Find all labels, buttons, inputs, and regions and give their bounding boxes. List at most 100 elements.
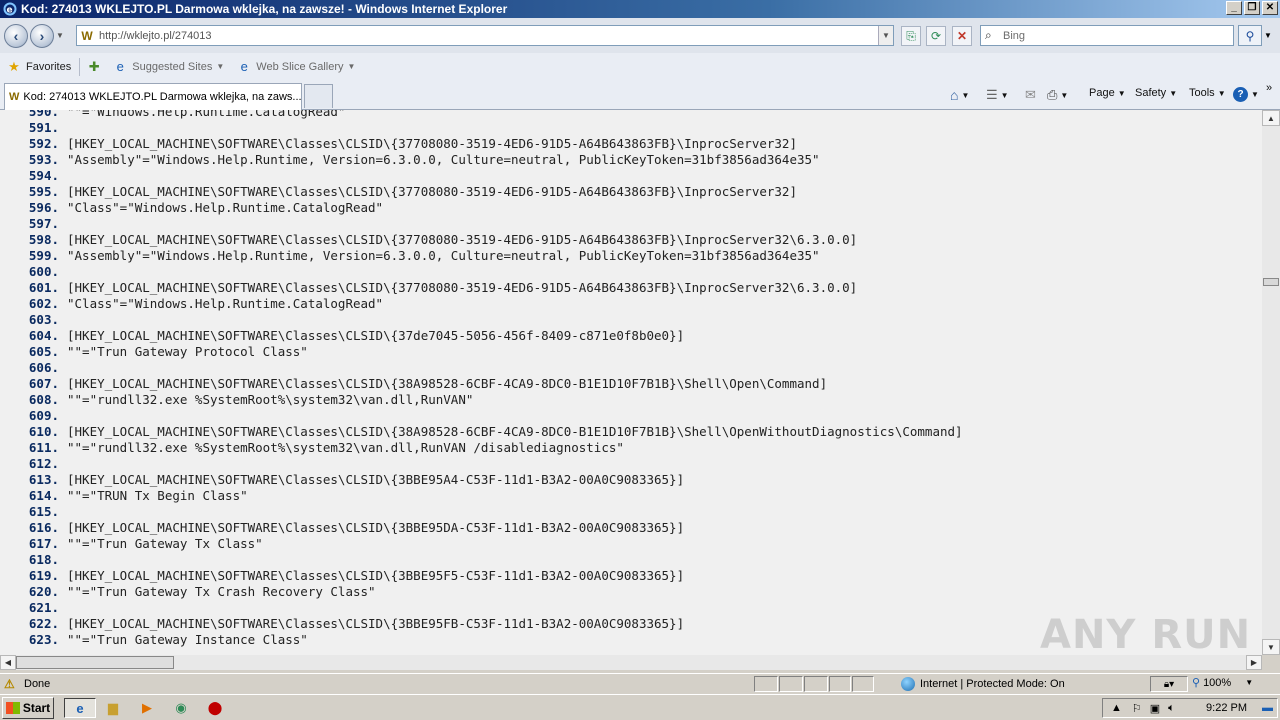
taskbar-media-player[interactable]: ▶ [136, 698, 158, 718]
line-text: [HKEY_LOCAL_MACHINE\SOFTWARE\Classes\CLS… [67, 136, 797, 151]
vertical-scrollbar[interactable]: ▲ ▼ [1262, 110, 1280, 655]
line-number: 601. [28, 280, 59, 295]
address-bar[interactable]: W http://wklejto.pl/274013 ▼ [76, 25, 894, 46]
arrow-right-icon: › [39, 27, 45, 44]
chevron-down-icon: ▼ [1000, 90, 1009, 100]
taskbar-security-app[interactable]: ⬤ [204, 698, 226, 718]
help-button[interactable]: ? ▼ [1233, 87, 1259, 102]
line-text: "Class"="Windows.Help.Runtime.CatalogRea… [67, 296, 384, 311]
protected-mode-button[interactable]: 🔒︎▾ [1150, 676, 1188, 692]
line-text: ""="Trun Gateway Instance Class" [67, 632, 308, 647]
folder-icon: ▆ [108, 700, 118, 715]
forward-button[interactable]: › [30, 23, 54, 48]
svg-text:e: e [7, 6, 13, 16]
address-dropdown-button[interactable]: ▼ [878, 26, 893, 45]
line-text: [HKEY_LOCAL_MACHINE\SOFTWARE\Classes\CLS… [67, 328, 685, 343]
add-to-favorites-bar-button[interactable]: ✚ [86, 59, 106, 75]
safety-menu-label: Safety [1135, 87, 1167, 99]
flag-icon[interactable]: ⚐ [1132, 702, 1142, 715]
line-number: 613. [28, 472, 59, 487]
compatibility-view-button[interactable]: ⎘ [901, 26, 921, 46]
line-number: 618. [28, 552, 59, 567]
mail-icon: ✉ [1025, 87, 1036, 102]
zoom-control[interactable]: ⚲ 100% ▼ [1192, 676, 1253, 690]
line-number: 614. [28, 488, 59, 503]
tab-active[interactable]: W Kod: 274013 WKLEJTO.PL Darmowa wklejka… [4, 83, 302, 110]
new-tab-button[interactable] [304, 84, 333, 108]
safety-menu-button[interactable]: Safety ▼ [1135, 87, 1177, 99]
status-panel [829, 676, 851, 692]
ie-page-icon: e [116, 59, 124, 74]
taskbar-internet-explorer[interactable]: e [64, 698, 96, 718]
code-line: 610. [HKEY_LOCAL_MACHINE\SOFTWARE\Classes… [0, 424, 1262, 440]
taskbar: Start e ▆ ▶ ◉ ⬤ ▲ ⚐ ▣ 🔈︎ 9:22 PM ▬ [0, 694, 1280, 720]
print-button[interactable]: ⎙ ▼ [1047, 87, 1068, 103]
network-icon[interactable]: ▣ [1150, 702, 1160, 715]
code-line: 605. ""="Trun Gateway Protocol Class" [0, 344, 1262, 360]
code-line: 600. [0, 264, 1262, 280]
horizontal-scroll-thumb[interactable] [16, 656, 174, 669]
ie-logo-icon: e [76, 700, 84, 716]
taskbar-explorer[interactable]: ▆ [102, 698, 124, 718]
web-slice-gallery-link[interactable]: e Web Slice Gallery ▼ [236, 59, 356, 75]
scroll-up-button[interactable]: ▲ [1262, 110, 1280, 126]
lock-icon: 🔒︎▾ [1163, 678, 1175, 690]
restore-button[interactable]: ❐ [1244, 1, 1260, 15]
show-desktop-button[interactable]: ▬ [1262, 702, 1273, 714]
code-line: 603. [0, 312, 1262, 328]
code-line: 620. ""="Trun Gateway Tx Crash Recovery C… [0, 584, 1262, 600]
scroll-down-button[interactable]: ▼ [1262, 639, 1280, 655]
code-line: 612. [0, 456, 1262, 472]
code-line: 616. [HKEY_LOCAL_MACHINE\SOFTWARE\Classes… [0, 520, 1262, 536]
code-line: 599. "Assembly"="Windows.Help.Runtime, Ve… [0, 248, 1262, 264]
line-number: 612. [28, 456, 59, 471]
back-button[interactable]: ‹ [4, 23, 28, 48]
close-window-button[interactable]: ✕ [1262, 1, 1278, 15]
search-options-dropdown[interactable]: ▼ [1262, 25, 1274, 46]
chevron-down-icon: ▼ [1251, 90, 1259, 99]
home-button[interactable]: ⌂ ▼ [950, 87, 969, 103]
line-text: [HKEY_LOCAL_MACHINE\SOFTWARE\Classes\CLS… [67, 376, 828, 391]
security-zone[interactable]: Internet | Protected Mode: On [898, 676, 1065, 692]
page-content: 590. ""="Windows.Help.Runtime.CatalogRead… [0, 110, 1262, 655]
favorites-divider [79, 57, 81, 76]
status-panel [779, 676, 803, 692]
search-input[interactable]: ⌕ Bing [980, 25, 1234, 46]
favorites-bar: ★ Favorites ✚ e Suggested Sites ▼ e Web … [0, 53, 1280, 80]
taskbar-chrome[interactable]: ◉ [170, 698, 192, 718]
line-text: [HKEY_LOCAL_MACHINE\SOFTWARE\Classes\CLS… [67, 424, 963, 439]
feeds-button[interactable]: ☰ ▼ [986, 87, 1009, 103]
line-text: ""="rundll32.exe %SystemRoot%\system32\v… [67, 440, 624, 455]
code-line: 611. ""="rundll32.exe %SystemRoot%\system… [0, 440, 1262, 456]
code-line: 601. [HKEY_LOCAL_MACHINE\SOFTWARE\Classes… [0, 280, 1262, 296]
line-number: 593. [28, 152, 59, 167]
start-button[interactable]: Start [2, 696, 54, 719]
line-text: [HKEY_LOCAL_MACHINE\SOFTWARE\Classes\CLS… [67, 520, 685, 535]
start-label: Start [22, 700, 51, 715]
tools-menu-button[interactable]: Tools ▼ [1189, 87, 1226, 99]
page-menu-button[interactable]: Page ▼ [1089, 87, 1126, 99]
line-number: 590. [28, 110, 59, 119]
more-commands-button[interactable]: » [1266, 82, 1272, 94]
vertical-scroll-thumb[interactable] [1263, 278, 1279, 286]
line-text: "Assembly"="Windows.Help.Runtime, Versio… [67, 248, 820, 263]
clock[interactable]: 9:22 PM [1206, 702, 1247, 714]
suggested-sites-link[interactable]: e Suggested Sites ▼ [112, 59, 225, 75]
show-hidden-icons-button[interactable]: ▲ [1111, 702, 1122, 714]
stop-button[interactable]: ✕ [952, 26, 972, 46]
minimize-button[interactable]: _ [1226, 1, 1242, 15]
refresh-button[interactable]: ⟳ [926, 26, 946, 46]
favorites-button[interactable]: ★ Favorites [6, 59, 71, 75]
code-line: 604. [HKEY_LOCAL_MACHINE\SOFTWARE\Classes… [0, 328, 1262, 344]
chevron-down-icon: ▼ [347, 62, 356, 71]
volume-icon[interactable]: 🔈︎ [1168, 702, 1175, 715]
line-number: 604. [28, 328, 59, 343]
line-number: 616. [28, 520, 59, 535]
scroll-left-button[interactable]: ◀ [0, 655, 16, 670]
media-player-icon: ▶ [142, 700, 152, 715]
line-text: [HKEY_LOCAL_MACHINE\SOFTWARE\Classes\CLS… [67, 616, 685, 631]
read-mail-button[interactable]: ✉ [1025, 87, 1036, 103]
globe-icon [901, 677, 915, 691]
recent-pages-dropdown[interactable]: ▼ [56, 31, 66, 40]
search-button[interactable]: ⚲ [1238, 25, 1262, 46]
